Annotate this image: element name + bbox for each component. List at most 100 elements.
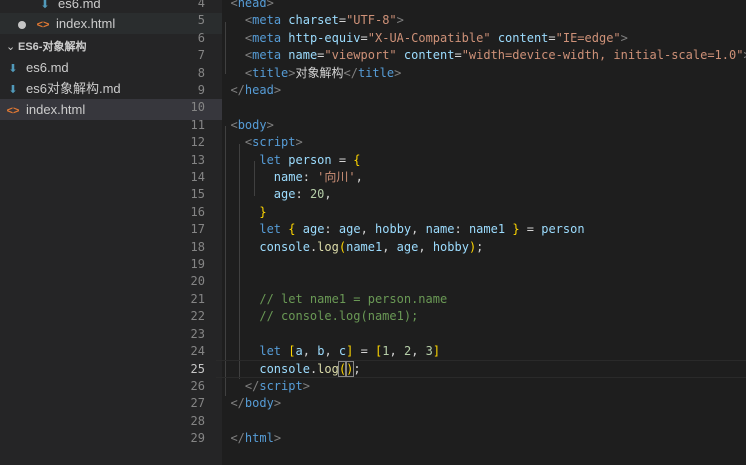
code-token: script [259, 378, 303, 393]
code-token: name1 [346, 239, 383, 254]
code-token: > [295, 135, 303, 150]
code-token: : [295, 187, 310, 202]
code-text: <head> [216, 0, 274, 12]
line-number: 22 [190, 309, 205, 324]
code-token: title [357, 65, 395, 80]
code-text: let [a, b, c] = [1, 2, 3] [216, 343, 440, 360]
code-text: // let name1 = person.name [216, 291, 447, 308]
code-token: // console.log(name1); [259, 309, 419, 324]
code-token: </ [244, 378, 260, 393]
code-token: ; [353, 362, 361, 377]
code-token: http-equiv [281, 30, 361, 45]
line-number: 20 [190, 274, 205, 289]
code-token: hobby [375, 222, 412, 237]
code-token: , [411, 344, 426, 358]
code-token: log [317, 362, 339, 377]
code-line[interactable]: 22 // console.log(name1); [191, 308, 746, 325]
code-token: } [259, 204, 267, 219]
code-line[interactable]: 12 <script> [191, 134, 746, 151]
code-token: ( [337, 361, 348, 378]
line-number: 10 [190, 100, 205, 115]
code-token: , [324, 344, 339, 358]
line-number: 16 [190, 204, 205, 219]
code-token: person [281, 152, 339, 167]
code-text: </script> [216, 378, 310, 395]
code-line[interactable]: 7 <meta name="viewport" content="width=d… [198, 47, 746, 64]
html-icon: <> [36, 19, 50, 31]
code-text: console.log(name1, age, hobby); [216, 239, 483, 256]
code-line[interactable]: 10 [191, 99, 746, 116]
code-line[interactable]: 17 let { age: age, hobby, name: name1 } … [191, 221, 746, 238]
code-token: } [512, 222, 520, 237]
code-line[interactable]: 28 [191, 413, 746, 430]
code-token: 3 [425, 344, 433, 358]
html-icon: <> [6, 105, 20, 117]
code-editor[interactable]: 4 <head> 5 <meta charset="UTF-8"> 6 <meta … [191, 0, 746, 465]
code-line[interactable]: 27 </body> [191, 395, 746, 412]
code-token: = [338, 13, 347, 28]
line-number: 24 [190, 344, 205, 358]
code-token: = [519, 222, 542, 237]
code-token: person [541, 222, 585, 237]
code-token: body [244, 396, 274, 411]
code-token: ( [338, 239, 347, 254]
code-token: log [317, 239, 339, 254]
code-token: head [244, 83, 274, 97]
code-token: </ [230, 396, 245, 411]
code-line[interactable]: 4 <head> [198, 0, 746, 12]
code-line[interactable]: 16 } [191, 204, 746, 221]
code-token: meta [252, 30, 282, 45]
code-token: html [244, 431, 274, 445]
code-line[interactable]: 19 [191, 256, 746, 273]
code-line[interactable]: 15 age: 20, [191, 186, 746, 203]
line-number: 4 [197, 0, 205, 10]
code-line[interactable]: 6 <meta http-equiv="X-UA-Compatible" con… [198, 30, 746, 47]
code-token: charset [281, 13, 339, 28]
code-text: <meta name="viewport" content="width=dev… [216, 47, 746, 64]
code-line[interactable]: 13 let person = { [191, 152, 746, 169]
line-number: 12 [190, 135, 205, 150]
code-token: hobby [432, 239, 469, 254]
code-line[interactable]: 18 console.log(name1, age, hobby); [191, 239, 746, 256]
code-token: '向川' [317, 170, 356, 184]
code-token: 1 [382, 344, 390, 358]
code-line[interactable]: 11 <body> [191, 117, 746, 134]
code-line[interactable]: 14 name: '向川', [191, 169, 746, 186]
code-token: age [273, 187, 296, 202]
code-line[interactable]: 26 </script> [191, 378, 746, 395]
code-text: } [216, 204, 267, 221]
code-line[interactable]: 9 </head> [198, 82, 746, 99]
line-number: 9 [197, 83, 205, 97]
code-token: name [281, 48, 318, 63]
code-token: let [259, 222, 282, 237]
line-number: 27 [190, 396, 205, 411]
code-token: { [353, 152, 361, 167]
code-token: > [394, 65, 402, 80]
code-line[interactable]: 21 // let name1 = person.name [191, 291, 746, 308]
code-token: : [302, 170, 318, 184]
code-token: content [490, 30, 549, 45]
code-line[interactable]: 5 <meta charset="UTF-8"> [198, 12, 746, 29]
code-line[interactable]: 29 </html> [191, 430, 746, 447]
code-line[interactable]: 8 <title>对象解构</title> [198, 65, 746, 82]
file-label: es6.md [58, 0, 101, 11]
code-token: , [324, 187, 332, 202]
code-line[interactable]: 23 [191, 326, 746, 343]
code-line[interactable]: 25 console.log(); [191, 360, 746, 378]
code-token: > [266, 0, 274, 10]
code-token: , [360, 222, 376, 237]
code-token: , [411, 222, 426, 237]
code-line[interactable]: 24 let [a, b, c] = [1, 2, 3] [191, 343, 746, 360]
code-line[interactable]: 20 [191, 273, 746, 290]
code-token: > [620, 30, 628, 45]
code-token: > [288, 65, 296, 80]
code-token: console [259, 362, 310, 377]
line-number: 18 [190, 239, 205, 254]
